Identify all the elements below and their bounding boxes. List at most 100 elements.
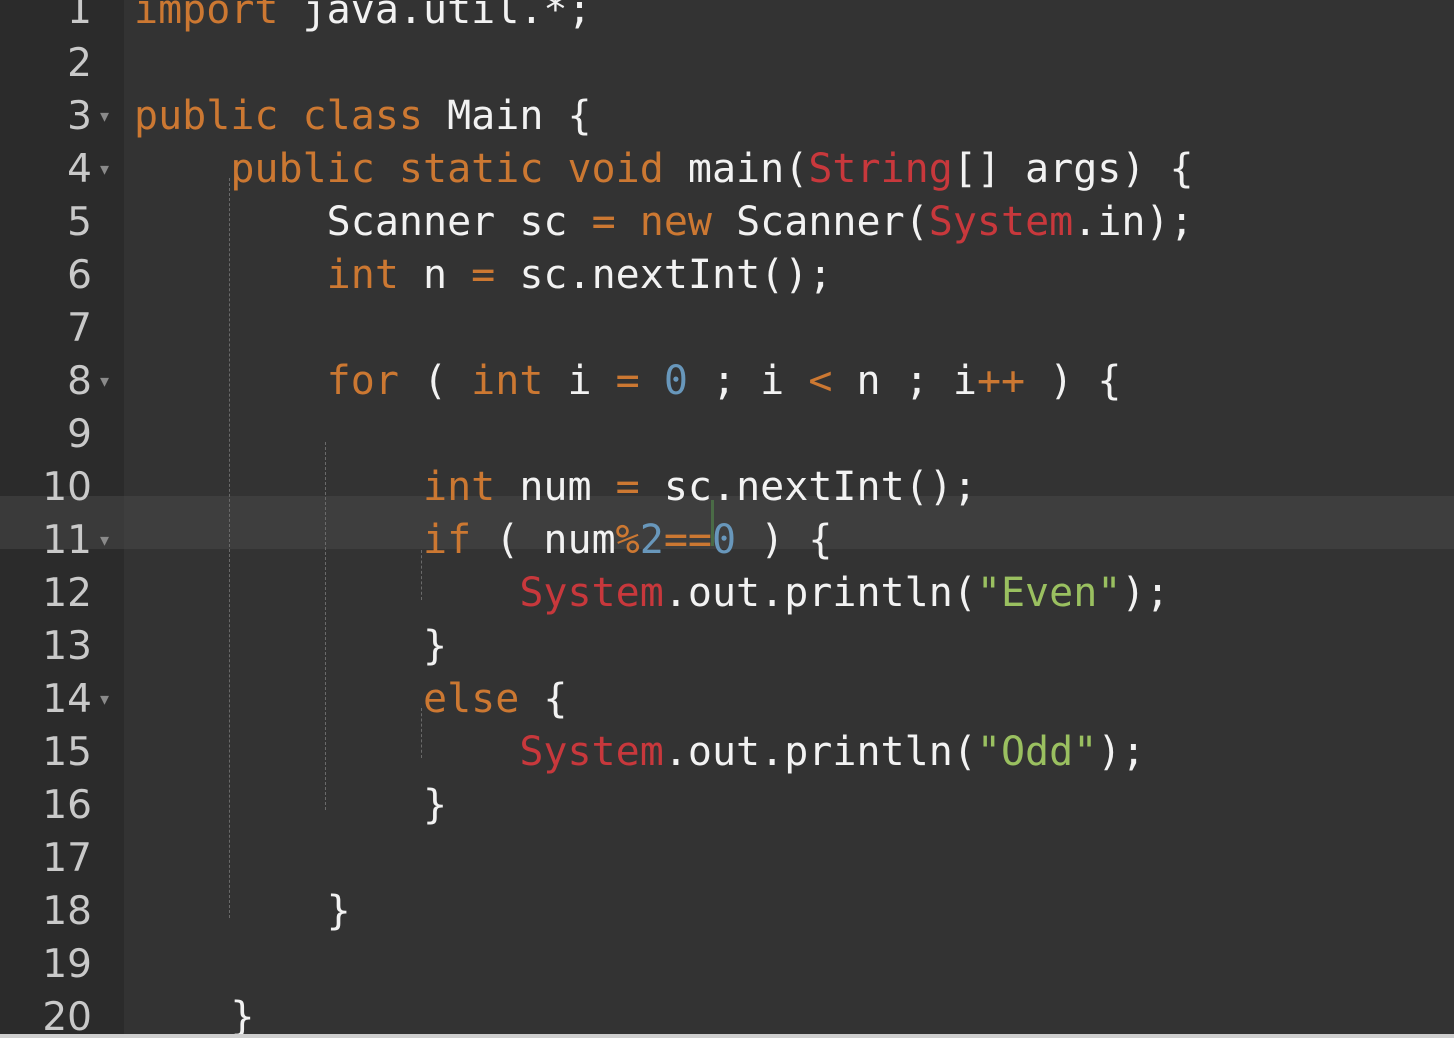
code-token: "Even" [976, 570, 1122, 616]
code-token: ) { [1025, 358, 1122, 404]
line-number: 12 [42, 571, 92, 616]
code-token: for [326, 358, 399, 404]
code-token: } [134, 888, 351, 934]
code-line[interactable]: 5 Scanner sc = new Scanner(System.in); [0, 196, 1454, 249]
code-text[interactable]: Scanner sc = new Scanner(System.in); [134, 196, 1194, 249]
code-line[interactable]: 1 import java.util.*; [0, 0, 1454, 37]
code-token: System [928, 199, 1074, 245]
code-text[interactable]: int num = sc.nextInt(); [134, 461, 977, 514]
code-text[interactable]: if ( num%2==0 ) { [134, 514, 832, 567]
line-number: 11 [42, 518, 92, 563]
code-token: public class [134, 93, 448, 139]
code-token: int [471, 358, 544, 404]
line-number: 6 [67, 253, 92, 298]
line-number: 4 [67, 147, 92, 192]
line-number: 20 [42, 995, 92, 1038]
code-token: } [134, 782, 448, 828]
code-line[interactable]: 3 ▾ public class Main { [0, 90, 1454, 143]
fold-arrow-icon[interactable]: ▾ [100, 514, 109, 567]
line-number: 9 [67, 412, 92, 457]
code-token: public static void [230, 146, 688, 192]
code-token: 0 [712, 517, 737, 563]
code-token: == [663, 517, 713, 563]
code-text[interactable]: import java.util.*; [134, 0, 592, 37]
code-text[interactable]: for ( int i = 0 ; i < n ; i++ ) { [134, 355, 1122, 408]
code-line[interactable]: 16 } [0, 779, 1454, 832]
code-line[interactable]: 19 [0, 938, 1454, 991]
code-editor[interactable]: 1 import java.util.*; 2 3 ▾ public class Main… [0, 0, 1454, 1038]
fold-arrow-icon[interactable]: ▾ [100, 143, 109, 196]
code-text[interactable]: public static void main(String[] args) { [134, 143, 1194, 196]
code-text[interactable]: System.out.println("Even"); [134, 567, 1170, 620]
code-token: main( [687, 146, 809, 192]
code-line[interactable]: 13 } [0, 620, 1454, 673]
code-token: [] args) { [952, 146, 1194, 192]
code-line[interactable]: 17 [0, 832, 1454, 885]
line-number: 13 [42, 624, 92, 669]
line-number: 5 [67, 200, 92, 245]
code-token: ++ [976, 358, 1026, 404]
code-line[interactable]: 10 int num = sc.nextInt(); [0, 461, 1454, 514]
code-text[interactable]: } [134, 779, 447, 832]
code-token: % [615, 517, 640, 563]
code-lines[interactable]: 1 import java.util.*; 2 3 ▾ public class Main… [0, 0, 1454, 1038]
code-text[interactable]: } [134, 991, 254, 1038]
line-number: 8 [67, 359, 92, 404]
code-token: .out.println( [663, 729, 977, 775]
code-line[interactable]: 9 [0, 408, 1454, 461]
code-token: import [134, 0, 279, 33]
code-line[interactable]: 7 [0, 302, 1454, 355]
code-line[interactable]: 20 } [0, 991, 1454, 1038]
code-token: = [471, 252, 496, 298]
text-cursor [711, 500, 714, 546]
code-token: ( [398, 358, 472, 404]
fold-arrow-icon[interactable]: ▾ [100, 355, 109, 408]
code-token: num [495, 464, 616, 510]
code-line[interactable]: 15 System.out.println("Odd"); [0, 726, 1454, 779]
code-token: 0 [663, 358, 688, 404]
code-token: else [422, 676, 520, 722]
code-text[interactable]: System.out.println("Odd"); [134, 726, 1145, 779]
fold-arrow-icon[interactable]: ▾ [100, 90, 109, 143]
code-token: 2 [639, 517, 664, 563]
code-text[interactable]: public class Main { [134, 90, 592, 143]
code-text[interactable]: int n = sc.nextInt(); [134, 249, 833, 302]
code-token: int [326, 252, 399, 298]
fold-arrow-icon[interactable]: ▾ [100, 673, 109, 726]
code-text[interactable]: } [134, 885, 351, 938]
line-number: 2 [67, 41, 92, 86]
code-line[interactable]: 2 [0, 37, 1454, 90]
line-number: 7 [67, 306, 92, 351]
code-token: < [808, 358, 833, 404]
code-token: java.util.*; [278, 0, 592, 33]
code-token: sc.nextInt(); [639, 464, 977, 510]
code-line[interactable]: 18 } [0, 885, 1454, 938]
code-line[interactable]: 8 ▾ for ( int i = 0 ; i < n ; i++ ) { [0, 355, 1454, 408]
code-token: System [519, 729, 664, 775]
code-line[interactable]: 12 System.out.println("Even"); [0, 567, 1454, 620]
code-token: Scanner sc [134, 199, 592, 245]
code-token: "Odd" [976, 729, 1098, 775]
code-token: .out.println( [663, 570, 977, 616]
code-token: Scanner( [712, 199, 929, 245]
code-token: } [134, 994, 255, 1038]
bottom-edge-bar [0, 1034, 1454, 1038]
line-number: 1 [67, 0, 92, 33]
code-line[interactable]: 14 ▾ else { [0, 673, 1454, 726]
code-token: Main { [447, 93, 592, 139]
code-token: ); [1121, 570, 1170, 616]
code-token: n ; i [832, 358, 977, 404]
code-text[interactable]: } [134, 620, 447, 673]
code-line[interactable]: 6 int n = sc.nextInt(); [0, 249, 1454, 302]
code-line[interactable]: 4 ▾ public static void main(String[] args… [0, 143, 1454, 196]
line-number: 14 [42, 677, 92, 722]
code-line[interactable]: 11 ▾ if ( num%2==0 ) { [0, 514, 1454, 567]
code-text[interactable]: else { [134, 673, 568, 726]
